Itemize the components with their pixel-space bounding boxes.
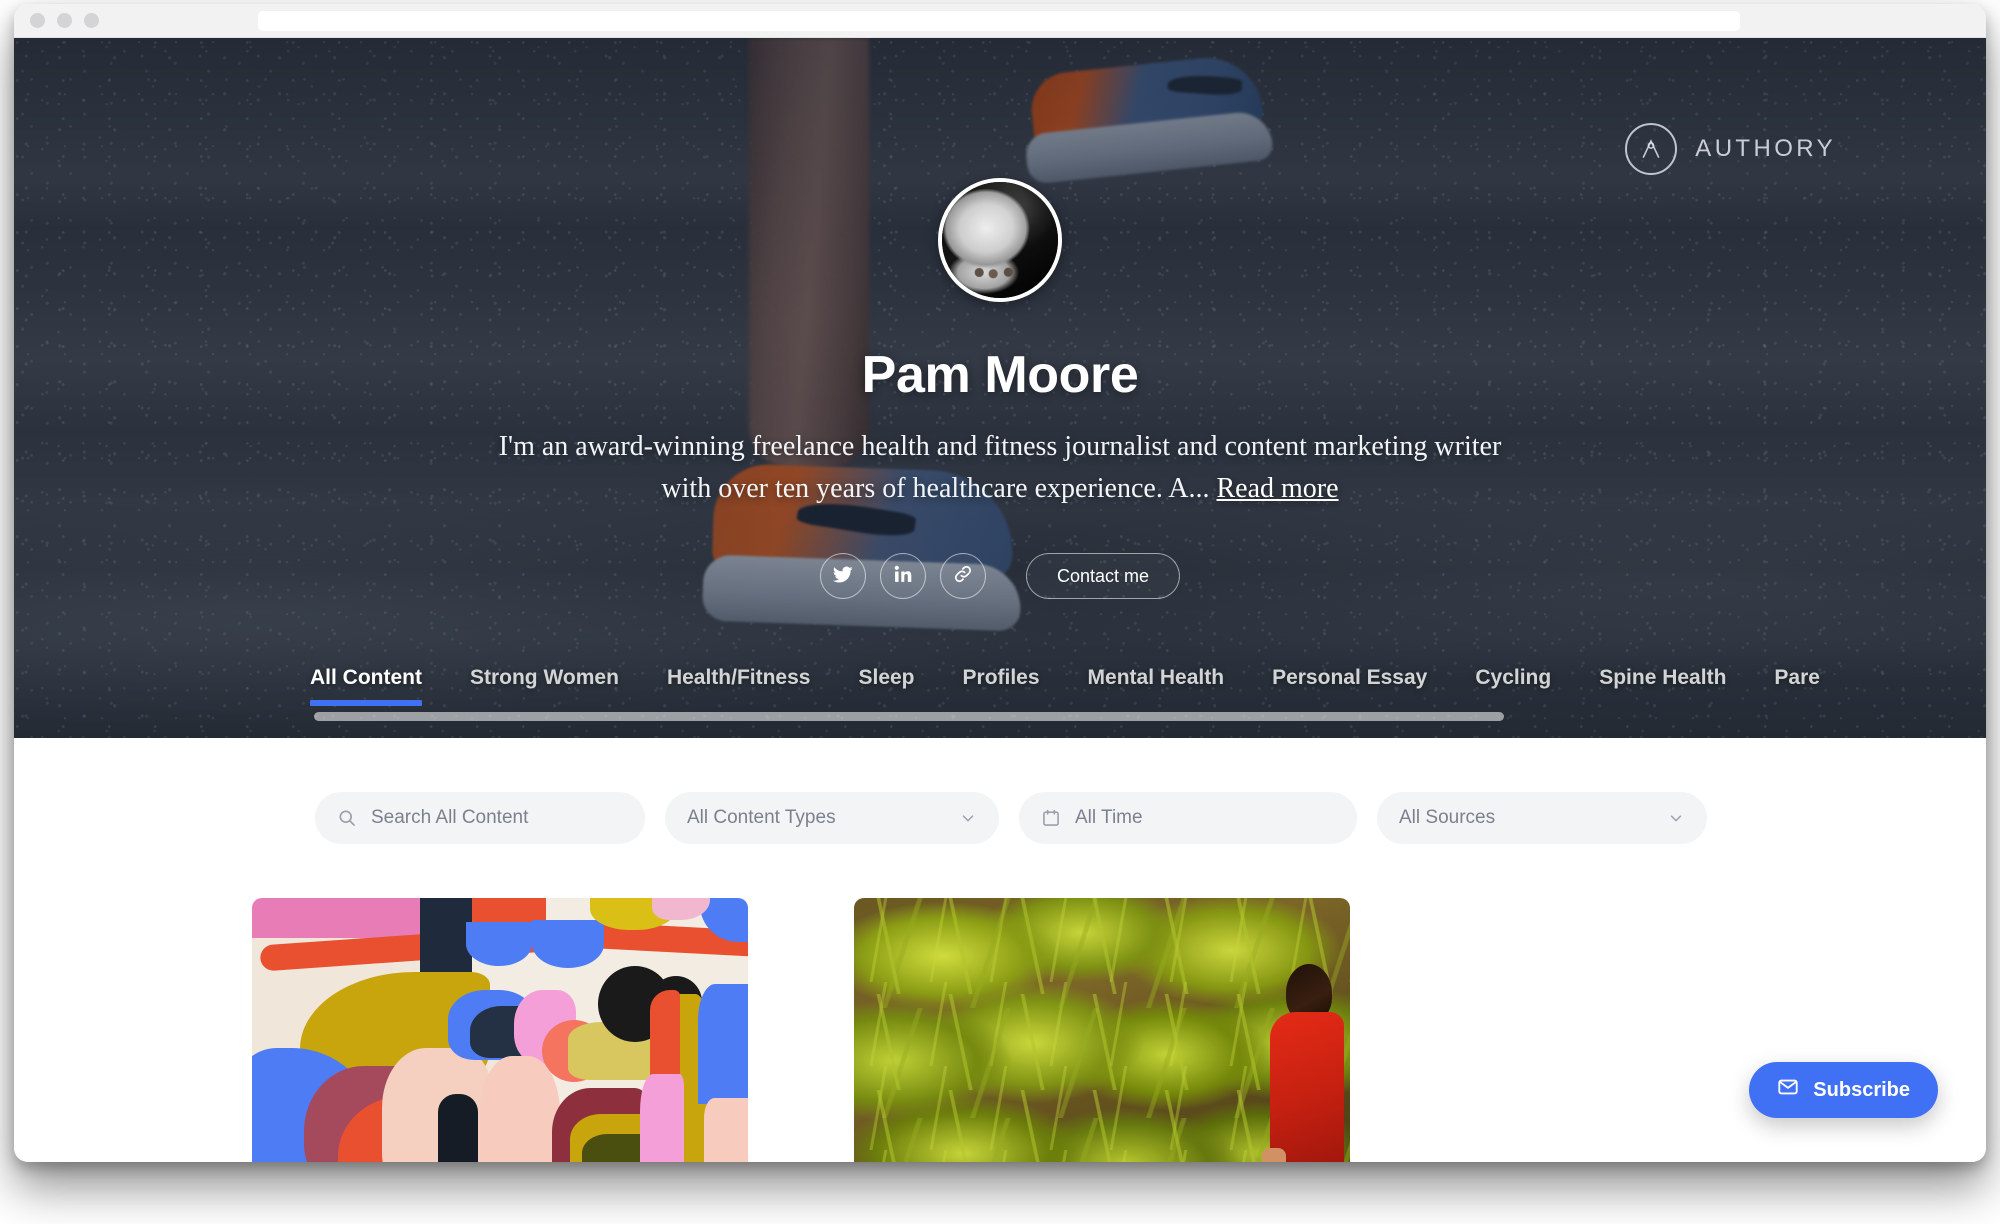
nav-item-label: Personal Essay	[1272, 666, 1428, 689]
nav-item-health-fitness[interactable]: Health/Fitness	[667, 658, 811, 706]
nav-item-mental-health[interactable]: Mental Health	[1088, 658, 1225, 706]
content-cards-row	[252, 898, 1986, 1162]
profile-bio: I'm an award-winning freelance health an…	[495, 426, 1505, 510]
page-viewport: AUTHORY Pam Moore I'm an award-winning f…	[14, 38, 1986, 1162]
nav-item-sleep[interactable]: Sleep	[858, 658, 914, 706]
chevron-down-icon	[1667, 809, 1685, 827]
twitter-icon	[832, 563, 854, 590]
linkedin-icon	[893, 564, 913, 589]
content-card[interactable]	[854, 898, 1350, 1162]
time-range-dropdown[interactable]: All Time	[1019, 792, 1357, 844]
search-icon	[337, 808, 357, 828]
social-links-row: Contact me	[819, 553, 1181, 599]
category-nav-scrollbar[interactable]	[314, 712, 1504, 721]
content-panel: Search All Content All Content Types All…	[234, 738, 1986, 1162]
calendar-icon	[1041, 808, 1061, 828]
twitter-button[interactable]	[819, 553, 866, 599]
person-in-red-jacket	[1258, 960, 1344, 1162]
avatar[interactable]	[938, 178, 1062, 302]
website-link-button[interactable]	[939, 553, 986, 599]
window-close-dot[interactable]	[30, 13, 45, 28]
nav-item-label: Cycling	[1475, 666, 1552, 689]
nav-item-label: Strong Women	[469, 666, 619, 689]
abstract-illustration-thumbnail	[252, 898, 748, 1162]
sources-dropdown[interactable]: All Sources	[1377, 792, 1707, 844]
filter-bar: Search All Content All Content Types All…	[315, 792, 1707, 844]
nav-item-cycling[interactable]: Cycling	[1475, 658, 1551, 706]
category-nav: All Content Strong Women Health/Fitness Sle…	[14, 658, 1986, 730]
avatar-photo	[942, 182, 1058, 298]
search-input[interactable]: Search All Content	[315, 792, 645, 844]
nav-item-label: Spine Health	[1599, 666, 1727, 689]
content-card[interactable]	[252, 898, 748, 1162]
nav-item-label: Profiles	[962, 666, 1040, 689]
window-minimize-dot[interactable]	[57, 13, 72, 28]
authory-logo[interactable]: AUTHORY	[1625, 123, 1836, 175]
browser-titlebar	[14, 4, 1986, 38]
content-types-dropdown[interactable]: All Content Types	[665, 792, 999, 844]
subscribe-label: Subscribe	[1813, 1078, 1910, 1101]
chevron-down-icon	[959, 809, 977, 827]
nav-item-label: All Content	[310, 666, 422, 689]
authory-wordmark: AUTHORY	[1695, 135, 1836, 162]
avatar-necklace-detail	[968, 266, 1024, 279]
read-more-link[interactable]: Read more	[1217, 473, 1339, 504]
subscribe-button[interactable]: Subscribe	[1749, 1062, 1938, 1118]
agave-field-thumbnail	[854, 898, 1350, 1162]
contact-me-button[interactable]: Contact me	[1025, 553, 1181, 599]
link-icon	[952, 563, 974, 590]
category-nav-scroller[interactable]: All Content Strong Women Health/Fitness Sle…	[310, 658, 1868, 706]
nav-item-profiles[interactable]: Profiles	[963, 658, 1040, 706]
nav-item-label: Mental Health	[1087, 666, 1225, 689]
nav-item-spine-health[interactable]: Spine Health	[1599, 658, 1726, 706]
nav-item-label: Sleep	[858, 666, 915, 689]
envelope-icon	[1777, 1076, 1799, 1104]
address-bar-input[interactable]	[258, 11, 1740, 31]
time-range-label: All Time	[1075, 807, 1143, 828]
sources-label: All Sources	[1399, 807, 1496, 828]
linkedin-button[interactable]	[879, 553, 926, 599]
search-placeholder-text: Search All Content	[371, 807, 529, 828]
contact-me-label: Contact me	[1056, 565, 1150, 586]
authory-circle-a-logo-icon	[1625, 123, 1678, 175]
nav-item-label: Health/Fitness	[666, 666, 811, 689]
window-maximize-dot[interactable]	[84, 13, 99, 28]
profile-bio-text: I'm an award-winning freelance health an…	[498, 431, 1502, 504]
nav-item-all-content[interactable]: All Content	[310, 658, 422, 706]
nav-item-pare[interactable]: Pare	[1774, 658, 1820, 706]
page-title: Pam Moore	[861, 346, 1139, 404]
browser-window: AUTHORY Pam Moore I'm an award-winning f…	[14, 4, 1986, 1162]
nav-item-label: Pare	[1774, 666, 1820, 689]
nav-item-strong-women[interactable]: Strong Women	[470, 658, 619, 706]
content-types-label: All Content Types	[687, 807, 836, 828]
nav-item-personal-essay[interactable]: Personal Essay	[1272, 658, 1427, 706]
